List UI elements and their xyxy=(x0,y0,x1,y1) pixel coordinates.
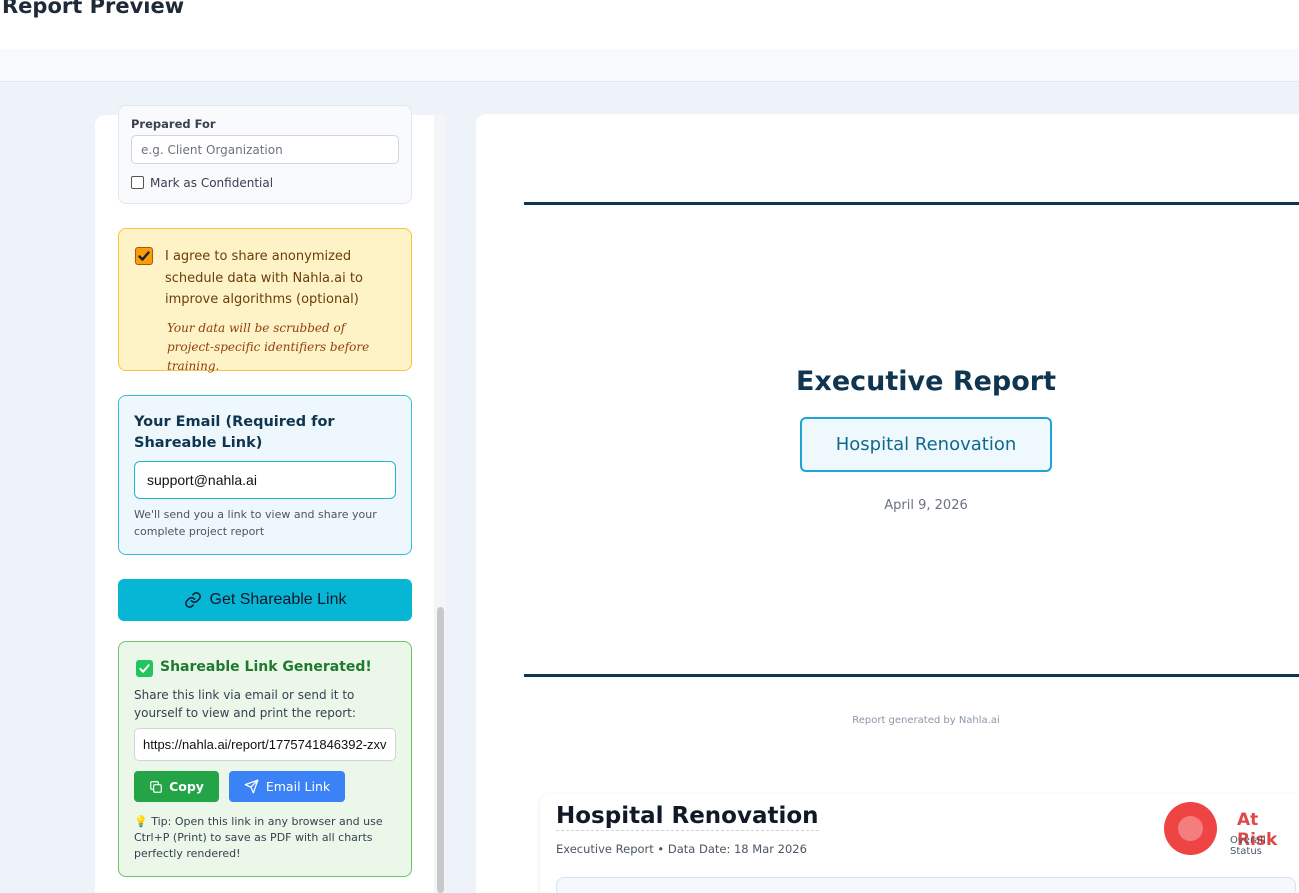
email-link-label: Email Link xyxy=(265,779,331,794)
email-link-button[interactable]: Email Link xyxy=(229,771,345,802)
copy-icon xyxy=(150,780,162,793)
consent-note: Your data will be scrubbed of project-sp… xyxy=(167,321,370,373)
prepared-for-label: Prepared For xyxy=(131,117,216,131)
summary-card-title: Hospital Renovation xyxy=(556,803,819,831)
link-generated-description: Share this link via email or send it to … xyxy=(134,688,356,720)
toolbar-strip xyxy=(0,49,1299,82)
panel-scrollbar-thumb[interactable] xyxy=(437,607,444,893)
lightbulb-icon: 💡 xyxy=(134,815,148,828)
report-title: Executive Report xyxy=(795,366,1057,397)
print-tip-text: Tip: Open this link in any browser and u… xyxy=(134,815,383,860)
check-icon xyxy=(138,251,150,261)
email-hint: We'll send you a link to view and share … xyxy=(134,508,377,538)
link-generated-title: Shareable Link Generated! xyxy=(160,659,372,675)
consent-checkbox[interactable] xyxy=(135,247,153,265)
summary-card-inner-panel xyxy=(556,877,1296,893)
consent-text: I agree to share anonymized schedule dat… xyxy=(165,249,363,307)
get-shareable-link-button[interactable]: Get Shareable Link xyxy=(118,579,412,621)
prepared-for-input[interactable] xyxy=(131,135,399,164)
copy-link-label: Copy xyxy=(169,779,204,794)
send-icon xyxy=(244,779,259,794)
print-tip: 💡 Tip: Open this link in any browser and… xyxy=(134,814,396,862)
get-shareable-link-label: Get Shareable Link xyxy=(209,591,347,608)
email-section-title: Your Email (Required for Shareable Link) xyxy=(134,414,335,451)
page-title: Report Preview xyxy=(2,0,185,18)
status-sub-label: Overall Status xyxy=(1230,835,1266,857)
copy-link-button[interactable]: Copy xyxy=(134,771,219,802)
report-footer: Report generated by Nahla.ai xyxy=(852,715,1000,726)
status-indicator-icon xyxy=(1164,802,1217,855)
project-name-badge: Hospital Renovation xyxy=(800,417,1052,472)
link-icon xyxy=(184,592,201,608)
cover-rule-top xyxy=(524,202,1299,205)
email-input[interactable] xyxy=(134,461,396,499)
cover-rule-bottom xyxy=(524,674,1299,677)
summary-card-subtitle: Executive Report • Data Date: 18 Mar 202… xyxy=(556,842,807,856)
report-date: April 9, 2026 xyxy=(884,498,968,513)
shareable-link-field[interactable] xyxy=(134,728,396,761)
top-bar xyxy=(0,0,1299,49)
confidential-label: Mark as Confidential xyxy=(150,176,274,190)
confidential-checkbox[interactable] xyxy=(131,176,144,189)
success-check-icon xyxy=(136,660,153,677)
